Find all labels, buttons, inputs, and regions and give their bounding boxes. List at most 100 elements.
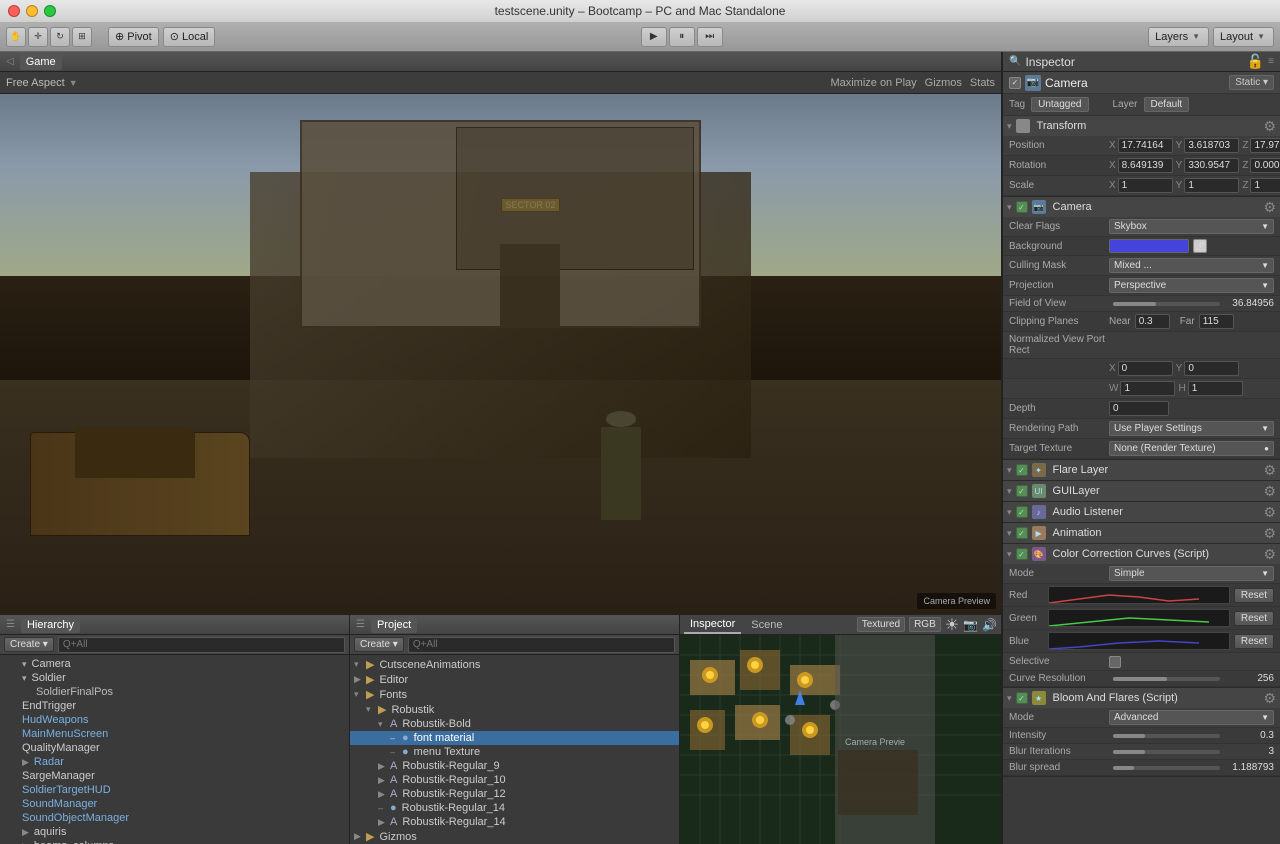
rendering-dropdown[interactable]: Use Player Settings ▼: [1109, 421, 1274, 436]
pause-button[interactable]: ⏸: [669, 27, 695, 47]
layer-dropdown[interactable]: Default: [1144, 97, 1190, 112]
local-button[interactable]: ⊙ Local: [163, 27, 216, 47]
blur-spread-slider[interactable]: [1113, 766, 1220, 770]
blue-reset-button[interactable]: Reset: [1234, 634, 1274, 649]
scale-y-value[interactable]: 1: [1184, 178, 1239, 193]
audio-enabled-checkbox[interactable]: ✓: [1016, 506, 1028, 518]
green-curve[interactable]: [1048, 609, 1230, 627]
move-tool-button[interactable]: ✛: [28, 27, 48, 47]
vp-x-value[interactable]: 0: [1118, 361, 1173, 376]
bottom-scene-tab[interactable]: Scene: [745, 617, 788, 633]
list-item[interactable]: ▶ A Robustik-Regular_12: [350, 787, 679, 801]
scale-z-value[interactable]: 1: [1250, 178, 1280, 193]
hand-tool-button[interactable]: ✋: [6, 27, 26, 47]
vp-w-value[interactable]: 1: [1120, 381, 1175, 396]
bloom-header[interactable]: ▾ ✓ ★ Bloom And Flares (Script) ⚙: [1003, 688, 1280, 708]
gui-layer-header[interactable]: ▾ ✓ UI GUILayer ⚙: [1003, 481, 1280, 501]
gui-enabled-checkbox[interactable]: ✓: [1016, 485, 1028, 497]
list-item[interactable]: ▾Soldier: [0, 671, 349, 685]
maximize-on-play-btn[interactable]: Maximize on Play: [830, 77, 916, 89]
list-item[interactable]: QualityManager: [0, 741, 349, 755]
list-item[interactable]: ▾ ▶ CutsceneAnimations: [350, 657, 679, 672]
list-item[interactable]: – ● menu Texture: [350, 745, 679, 759]
flare-enabled-checkbox[interactable]: ✓: [1016, 464, 1028, 476]
flare-settings-icon[interactable]: ⚙: [1263, 462, 1276, 479]
list-item[interactable]: ▶ A Robustik-Regular_14: [350, 815, 679, 829]
play-button[interactable]: ▶: [641, 27, 667, 47]
list-item[interactable]: ▾Camera: [0, 657, 349, 671]
list-item[interactable]: ▶ ▶ Editor: [350, 672, 679, 687]
pos-z-value[interactable]: 17.97578: [1250, 138, 1280, 153]
bloom-enabled-checkbox[interactable]: ✓: [1016, 692, 1028, 704]
green-reset-button[interactable]: Reset: [1234, 611, 1274, 626]
maximize-button[interactable]: [44, 5, 56, 17]
target-dropdown[interactable]: None (Render Texture) ●: [1109, 441, 1274, 456]
game-tab[interactable]: Game: [20, 54, 62, 70]
rot-x-value[interactable]: 8.649139: [1118, 158, 1173, 173]
list-item[interactable]: ▾ A Robustik-Bold: [350, 717, 679, 731]
layers-dropdown[interactable]: Layers ▼: [1148, 27, 1209, 47]
depth-value[interactable]: 0: [1109, 401, 1169, 416]
inspector-menu-icon[interactable]: ≡: [1268, 56, 1274, 67]
list-item[interactable]: ▶Radar: [0, 755, 349, 769]
static-button[interactable]: Static ▾: [1229, 75, 1274, 90]
audio-settings-icon[interactable]: ⚙: [1263, 504, 1276, 521]
gui-settings-icon[interactable]: ⚙: [1263, 483, 1276, 500]
hierarchy-search-input[interactable]: [58, 637, 345, 653]
project-create-button[interactable]: Create ▾: [354, 637, 404, 652]
culling-mask-dropdown[interactable]: Mixed ... ▼: [1109, 258, 1274, 273]
animation-settings-icon[interactable]: ⚙: [1263, 525, 1276, 542]
hierarchy-create-button[interactable]: Create ▾: [4, 637, 54, 652]
list-item[interactable]: SoldierFinalPos: [0, 685, 349, 699]
list-item[interactable]: SoundManager: [0, 797, 349, 811]
list-item[interactable]: EndTrigger: [0, 699, 349, 713]
red-reset-button[interactable]: Reset: [1234, 588, 1274, 603]
rot-y-value[interactable]: 330.9547: [1184, 158, 1239, 173]
vp-h-value[interactable]: 1: [1188, 381, 1243, 396]
list-item[interactable]: ▶aquiris: [0, 825, 349, 839]
list-item[interactable]: SoundObjectManager: [0, 811, 349, 825]
list-item[interactable]: ▶beams_columns: [0, 839, 349, 844]
selective-checkbox[interactable]: [1109, 656, 1121, 668]
step-button[interactable]: ⏭: [697, 27, 723, 47]
list-item[interactable]: HudWeapons: [0, 713, 349, 727]
scale-x-value[interactable]: 1: [1118, 178, 1173, 193]
pivot-button[interactable]: ⊕ Pivot: [108, 27, 159, 47]
textured-dropdown[interactable]: Textured: [857, 617, 905, 632]
list-item[interactable]: SargeManager: [0, 769, 349, 783]
stats-btn[interactable]: Stats: [970, 77, 995, 89]
camera-comp-header[interactable]: ▾ ✓ 📷 Camera ⚙: [1003, 197, 1280, 217]
project-search-input[interactable]: [408, 637, 675, 653]
list-item[interactable]: ▾ ▶ Robustik: [350, 702, 679, 717]
color-correction-enabled-checkbox[interactable]: ✓: [1016, 548, 1028, 560]
transform-settings-icon[interactable]: ⚙: [1263, 118, 1276, 135]
aspect-selector[interactable]: Free Aspect ▼: [6, 77, 78, 89]
blur-iterations-slider[interactable]: [1113, 750, 1220, 754]
close-button[interactable]: [8, 5, 20, 17]
vp-y-value[interactable]: 0: [1184, 361, 1239, 376]
clear-flags-dropdown[interactable]: Skybox ▼: [1109, 219, 1274, 234]
list-item[interactable]: MainMenuScreen: [0, 727, 349, 741]
audio-listener-header[interactable]: ▾ ✓ ♪ Audio Listener ⚙: [1003, 502, 1280, 522]
transform-header[interactable]: ▾ Transform ⚙: [1003, 116, 1280, 136]
pos-x-value[interactable]: 17.74164: [1118, 138, 1173, 153]
layout-dropdown[interactable]: Layout ▼: [1213, 27, 1274, 47]
far-value[interactable]: 115: [1199, 314, 1234, 329]
list-item[interactable]: ▶ A Robustik-Regular_9: [350, 759, 679, 773]
fov-slider[interactable]: [1113, 302, 1220, 306]
intensity-slider[interactable]: [1113, 734, 1220, 738]
animation-enabled-checkbox[interactable]: ✓: [1016, 527, 1028, 539]
animation-header[interactable]: ▾ ✓ ▶ Animation ⚙: [1003, 523, 1280, 543]
scale-tool-button[interactable]: ⊞: [72, 27, 92, 47]
bottom-inspector-tab[interactable]: Inspector: [684, 616, 741, 634]
list-item[interactable]: ▶ ▶ Gizmos: [350, 829, 679, 844]
object-enabled-checkbox[interactable]: ✓: [1009, 77, 1021, 89]
inspector-lock-icon[interactable]: 🔓: [1247, 53, 1264, 70]
color-picker-button[interactable]: 🖊: [1193, 239, 1207, 253]
red-curve[interactable]: [1048, 586, 1230, 604]
color-correction-settings-icon[interactable]: ⚙: [1263, 546, 1276, 563]
rgb-dropdown[interactable]: RGB: [909, 617, 941, 632]
list-item[interactable]: – ● font material: [350, 731, 679, 745]
color-correction-header[interactable]: ▾ ✓ 🎨 Color Correction Curves (Script) ⚙: [1003, 544, 1280, 564]
projection-dropdown[interactable]: Perspective ▼: [1109, 278, 1274, 293]
